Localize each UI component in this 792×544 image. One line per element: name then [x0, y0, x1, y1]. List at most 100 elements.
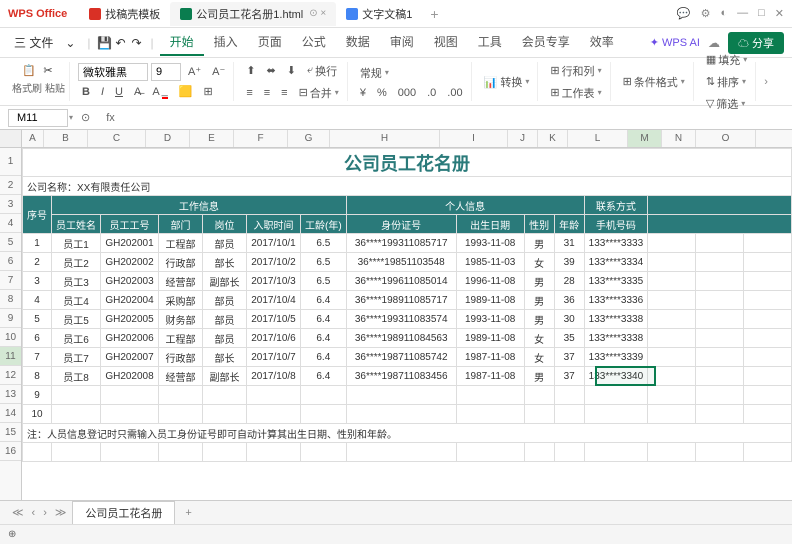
cell[interactable] — [744, 234, 792, 253]
cell[interactable]: 9 — [23, 386, 52, 405]
col-header-A[interactable]: A — [22, 130, 44, 147]
sheet-nav-last-icon[interactable]: ≫ — [51, 506, 71, 519]
paste-button[interactable]: 粘贴 — [45, 80, 65, 95]
type-convert-button[interactable]: 📊 转换▾ — [480, 72, 534, 92]
cell[interactable] — [696, 443, 744, 462]
cell[interactable] — [203, 405, 247, 424]
row-header-7[interactable]: 7 — [0, 271, 21, 290]
cell[interactable]: 36 — [554, 291, 584, 310]
cell[interactable]: 女 — [524, 329, 554, 348]
sheet-nav-prev-icon[interactable]: ‹ — [28, 507, 40, 519]
row-header-5[interactable]: 5 — [0, 233, 21, 252]
cell[interactable] — [52, 386, 101, 405]
cell[interactable] — [744, 386, 792, 405]
row-headers[interactable]: 12345678910111213141516 — [0, 148, 22, 500]
increase-font-icon[interactable]: A⁺ — [184, 63, 205, 80]
cell[interactable]: 出生日期 — [456, 215, 524, 234]
cell[interactable] — [648, 348, 696, 367]
cell[interactable]: GH202008 — [101, 367, 159, 386]
cell[interactable]: 133****3335 — [584, 272, 648, 291]
cell[interactable] — [159, 443, 203, 462]
skin-icon[interactable]: ◐ — [720, 7, 727, 20]
cell[interactable] — [648, 310, 696, 329]
cell[interactable]: 注：人员信息登记时只需输入员工身份证号即可自动计算其出生日期、性别和年龄。 — [23, 424, 792, 443]
cell[interactable]: 2017/10/3 — [247, 272, 301, 291]
cell[interactable]: 31 — [554, 234, 584, 253]
cell[interactable] — [744, 348, 792, 367]
cell[interactable] — [696, 253, 744, 272]
col-header-C[interactable]: C — [88, 130, 146, 147]
cell[interactable] — [346, 386, 456, 405]
row-header-8[interactable]: 8 — [0, 290, 21, 309]
menu-视图[interactable]: 视图 — [424, 29, 468, 56]
menu-会员专享[interactable]: 会员专享 — [512, 29, 580, 56]
menu-效率[interactable]: 效率 — [580, 29, 624, 56]
cloud-icon[interactable]: ☁ — [708, 36, 720, 50]
menu-页面[interactable]: 页面 — [248, 29, 292, 56]
cell[interactable] — [203, 443, 247, 462]
cell[interactable] — [648, 196, 792, 215]
cell[interactable] — [301, 386, 347, 405]
sheet-nav-first-icon[interactable]: ≪ — [8, 506, 28, 519]
cell[interactable]: 员工8 — [52, 367, 101, 386]
col-header-I[interactable]: I — [440, 130, 508, 147]
cell[interactable]: 1987-11-08 — [456, 348, 524, 367]
cell[interactable]: 副部长 — [203, 367, 247, 386]
cell[interactable]: 1985-11-03 — [456, 253, 524, 272]
align-right-icon[interactable]: ≡ — [277, 85, 291, 101]
maximize-button[interactable]: □ — [758, 7, 765, 20]
cell[interactable]: 女 — [524, 253, 554, 272]
cell[interactable]: 36****199311083574 — [346, 310, 456, 329]
cell[interactable]: 6.5 — [301, 253, 347, 272]
cell[interactable] — [744, 291, 792, 310]
cell[interactable] — [696, 405, 744, 424]
cell[interactable] — [301, 405, 347, 424]
cell[interactable]: GH202004 — [101, 291, 159, 310]
cell[interactable]: 工作信息 — [52, 196, 347, 215]
cell[interactable]: 6.4 — [301, 291, 347, 310]
strikethrough-button[interactable]: A̶ — [130, 84, 145, 100]
cell[interactable]: 男 — [524, 291, 554, 310]
menu-开始[interactable]: 开始 — [160, 29, 204, 56]
cell[interactable]: 员工6 — [52, 329, 101, 348]
cell[interactable] — [159, 405, 203, 424]
cell[interactable]: 6.4 — [301, 348, 347, 367]
format-brush-button[interactable]: 格式刷 — [12, 80, 42, 95]
msg-icon[interactable]: 💬 — [677, 7, 691, 20]
cell[interactable]: 10 — [23, 405, 52, 424]
cell[interactable]: 133****3339 — [584, 348, 648, 367]
cell[interactable]: 1 — [23, 234, 52, 253]
col-header-B[interactable]: B — [44, 130, 88, 147]
cell[interactable]: 6.4 — [301, 310, 347, 329]
align-center-icon[interactable]: ≡ — [260, 85, 274, 101]
cell[interactable]: GH202007 — [101, 348, 159, 367]
underline-button[interactable]: U — [111, 84, 127, 100]
cell[interactable] — [744, 310, 792, 329]
undo-icon[interactable]: ↶ — [113, 35, 129, 51]
col-header-L[interactable]: L — [568, 130, 628, 147]
cell[interactable]: 部员 — [203, 291, 247, 310]
cell[interactable]: 1996-11-08 — [456, 272, 524, 291]
cell[interactable] — [744, 253, 792, 272]
row-header-6[interactable]: 6 — [0, 252, 21, 271]
cell[interactable]: 经营部 — [159, 272, 203, 291]
cell[interactable] — [456, 405, 524, 424]
col-header-J[interactable]: J — [508, 130, 538, 147]
cell[interactable]: 部员 — [203, 234, 247, 253]
fx-icon[interactable]: ⊙ — [81, 111, 90, 124]
cell[interactable] — [744, 405, 792, 424]
cell[interactable] — [696, 234, 744, 253]
cell[interactable]: 133****3336 — [584, 291, 648, 310]
cell[interactable]: 部长 — [203, 253, 247, 272]
formula-input[interactable] — [123, 109, 784, 127]
cell[interactable]: 2017/10/2 — [247, 253, 301, 272]
cell[interactable]: 年龄 — [554, 215, 584, 234]
cell[interactable] — [203, 386, 247, 405]
cell[interactable] — [554, 405, 584, 424]
cell[interactable]: 2017/10/5 — [247, 310, 301, 329]
row-header-12[interactable]: 12 — [0, 366, 21, 385]
col-header-M[interactable]: M — [628, 130, 662, 147]
cell[interactable]: 2017/10/6 — [247, 329, 301, 348]
merge-button[interactable]: ⊟ 合并▾ — [295, 83, 343, 103]
cell[interactable]: 3 — [23, 272, 52, 291]
